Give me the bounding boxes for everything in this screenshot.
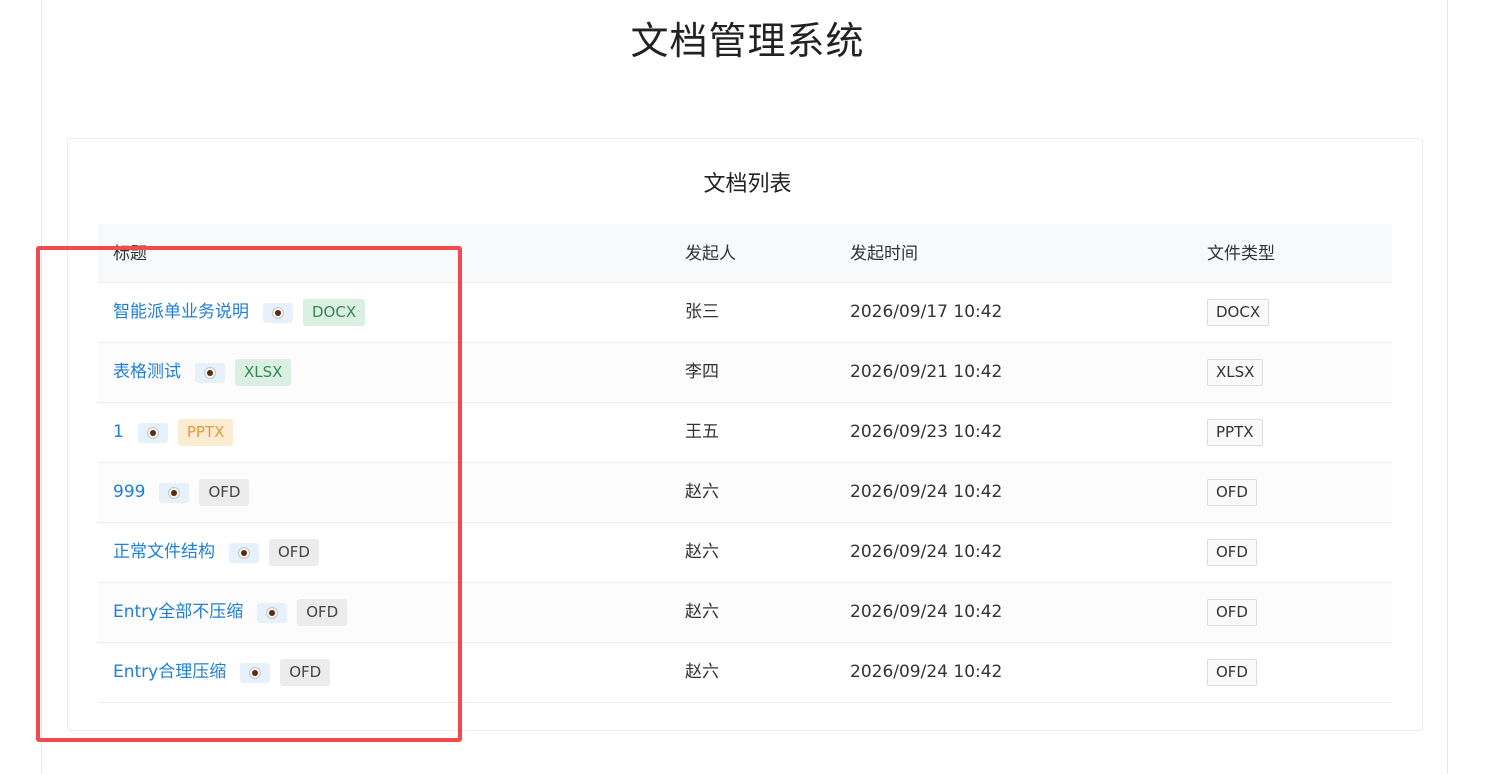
file-type-tag: DOCX <box>1207 299 1270 326</box>
eye-icon[interactable] <box>263 302 293 323</box>
creator: 李四 <box>685 362 719 382</box>
file-type-badge: OFD <box>199 479 250 506</box>
eye-icon[interactable] <box>195 362 225 383</box>
file-type-tag: OFD <box>1207 659 1257 686</box>
file-type-badge: DOCX <box>303 299 366 326</box>
file-type-badge: OFD <box>269 539 319 566</box>
eye-icon[interactable] <box>257 602 288 623</box>
document-title-link[interactable]: 正常文件结构 <box>113 523 215 582</box>
eye-icon[interactable] <box>240 662 271 683</box>
page-title: 文档管理系统 <box>630 19 865 63</box>
table-row: Entry合理压缩 OFD 赵六 2026/09/24 10:42 OFD <box>98 643 1392 703</box>
creator: 王五 <box>685 422 719 442</box>
file-type-tag: XLSX <box>1207 359 1264 386</box>
created-time: 2026/09/24 10:42 <box>850 662 1003 682</box>
document-table: 标题 发起人 发起时间 文件类型 智能派单业务说明 DOCX 张三 2026/0… <box>98 224 1392 703</box>
eye-icon[interactable] <box>229 542 259 563</box>
file-type-tag: PPTX <box>1207 419 1263 446</box>
created-time: 2026/09/23 10:42 <box>850 422 1003 442</box>
table-row: Entry全部不压缩 OFD 赵六 2026/09/24 10:42 OFD <box>98 583 1392 643</box>
creator: 赵六 <box>685 602 719 622</box>
document-title-link[interactable]: 智能派单业务说明 <box>113 283 249 342</box>
table-row: 1 PPTX 王五 2026/09/23 10:42 PPTX <box>98 403 1392 463</box>
table-header: 标题 发起人 发起时间 文件类型 <box>98 224 1392 283</box>
document-title-link[interactable]: Entry合理压缩 <box>113 643 226 702</box>
created-time: 2026/09/24 10:42 <box>850 602 1003 622</box>
file-type-tag: OFD <box>1207 479 1257 506</box>
file-type-tag: OFD <box>1207 599 1257 626</box>
column-header-creator: 发起人 <box>685 244 736 264</box>
file-type-tag: OFD <box>1207 539 1257 566</box>
document-title-link[interactable]: 表格测试 <box>113 343 181 402</box>
file-type-badge: PPTX <box>177 419 234 446</box>
creator: 赵六 <box>685 542 719 562</box>
created-time: 2026/09/17 10:42 <box>850 302 1003 322</box>
creator: 张三 <box>685 302 719 322</box>
created-time: 2026/09/21 10:42 <box>850 362 1003 382</box>
created-time: 2026/09/24 10:42 <box>850 482 1003 502</box>
table-row: 正常文件结构 OFD 赵六 2026/09/24 10:42 OFD <box>98 523 1392 583</box>
table-row: 智能派单业务说明 DOCX 张三 2026/09/17 10:42 DOCX <box>98 283 1392 343</box>
creator: 赵六 <box>685 662 719 682</box>
eye-icon[interactable] <box>137 422 168 443</box>
eye-icon[interactable] <box>159 482 190 503</box>
document-title-link[interactable]: 999 <box>113 463 145 522</box>
column-header-title: 标题 <box>113 244 147 264</box>
document-title-link[interactable]: Entry全部不压缩 <box>113 583 243 642</box>
created-time: 2026/09/24 10:42 <box>850 542 1003 562</box>
creator: 赵六 <box>685 482 719 502</box>
file-type-badge: XLSX <box>235 359 292 386</box>
document-title-link[interactable]: 1 <box>113 403 124 462</box>
table-row: 表格测试 XLSX 李四 2026/09/21 10:42 XLSX <box>98 343 1392 403</box>
table-row: 999 OFD 赵六 2026/09/24 10:42 OFD <box>98 463 1392 523</box>
card-title: 文档列表 <box>703 172 792 197</box>
file-type-badge: OFD <box>297 599 348 626</box>
column-header-time: 发起时间 <box>850 244 918 264</box>
column-header-type: 文件类型 <box>1207 244 1275 264</box>
file-type-badge: OFD <box>280 659 331 686</box>
